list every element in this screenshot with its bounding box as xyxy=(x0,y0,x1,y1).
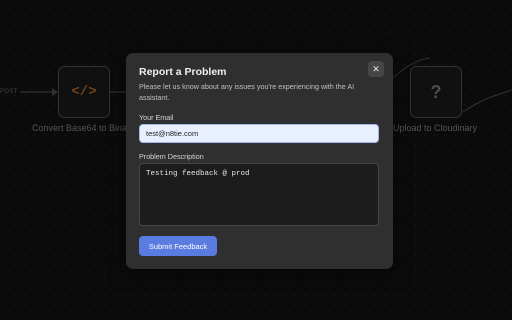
submit-feedback-button[interactable]: Submit Feedback xyxy=(139,236,217,256)
report-problem-dialog: Report a Problem ✕ Please let us know ab… xyxy=(126,53,393,269)
email-field[interactable] xyxy=(139,124,379,143)
close-icon: ✕ xyxy=(372,63,380,74)
close-button[interactable]: ✕ xyxy=(368,61,384,77)
dialog-title: Report a Problem xyxy=(139,66,227,78)
problem-description-field[interactable]: Testing feedback @ prod xyxy=(139,163,379,226)
email-label: Your Email xyxy=(139,113,174,122)
problem-description-label: Problem Description xyxy=(139,152,204,161)
dialog-description: Please let us know about any issues you'… xyxy=(139,82,355,102)
